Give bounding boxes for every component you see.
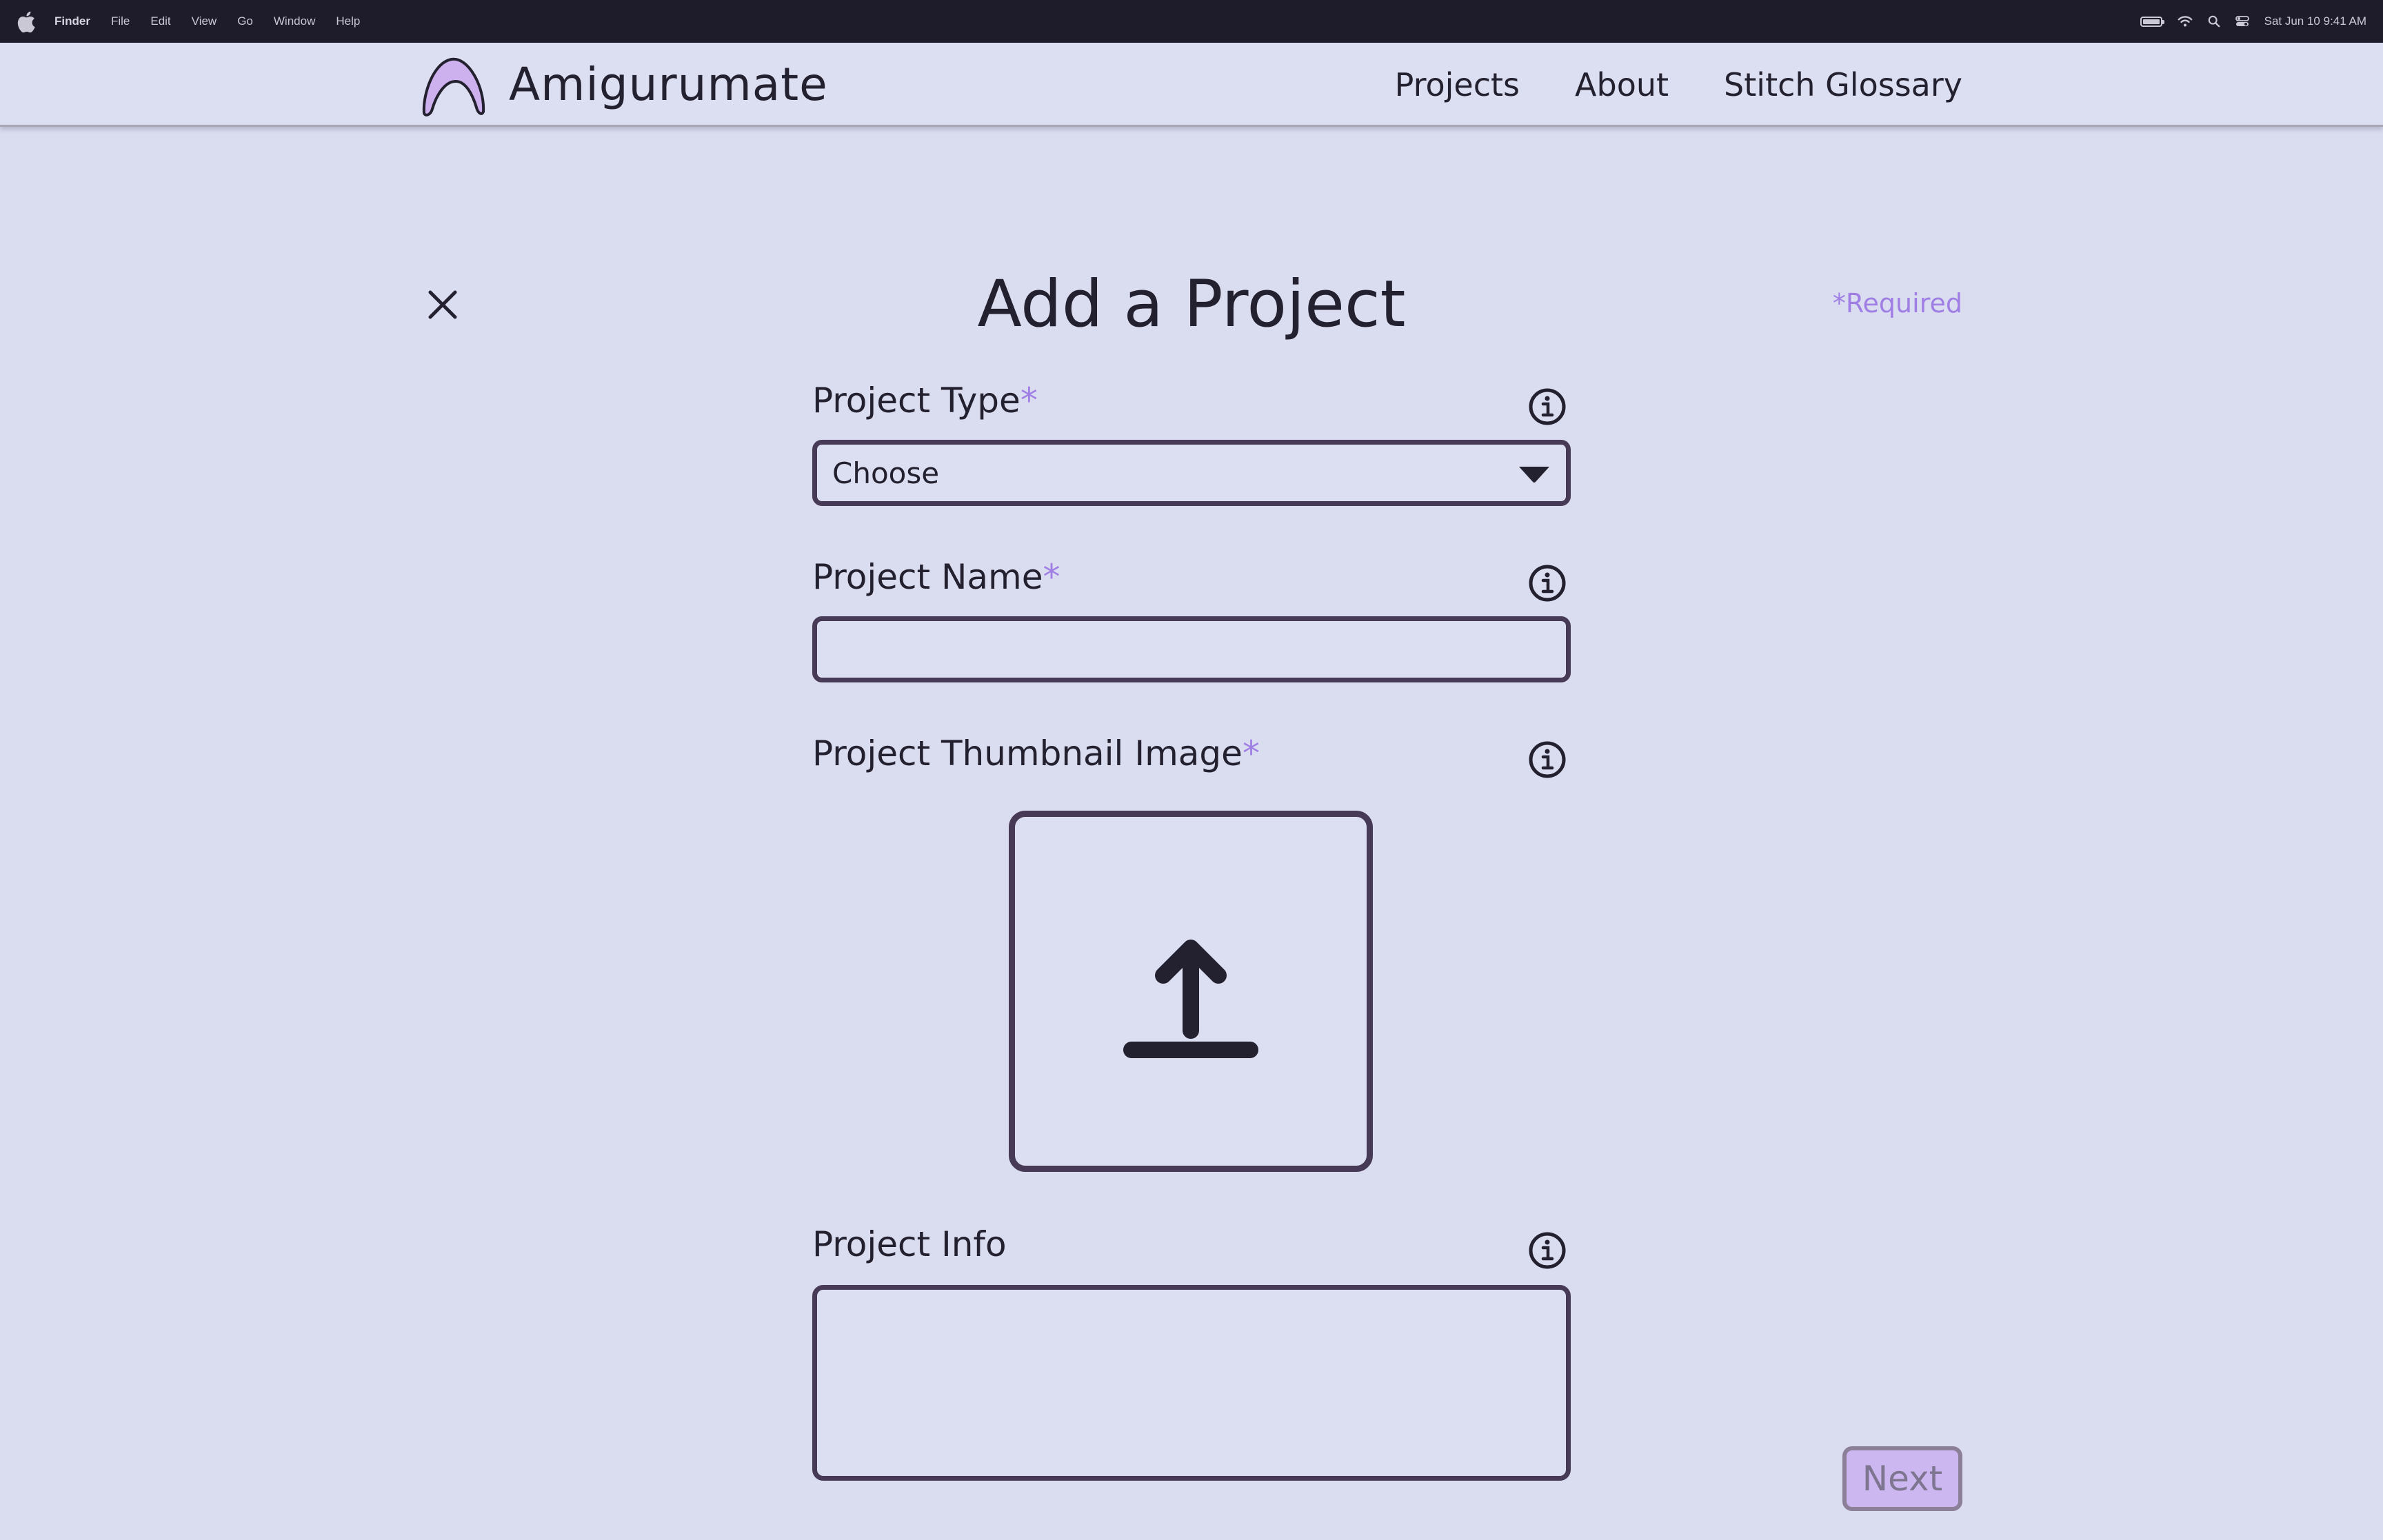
- menu-help[interactable]: Help: [336, 14, 360, 28]
- nav-stitch-glossary[interactable]: Stitch Glossary: [1724, 66, 1962, 103]
- brand-name[interactable]: Amigurumate: [509, 55, 828, 108]
- spotlight-search-icon[interactable]: [2208, 15, 2220, 28]
- upload-icon: [1123, 940, 1258, 1058]
- page-title: Add a Project: [977, 267, 1406, 342]
- required-asterisk: *: [1020, 381, 1038, 421]
- project-thumbnail-label-text: Project Thumbnail Image: [812, 733, 1243, 773]
- required-note: *Required: [1832, 288, 1962, 318]
- nav-about[interactable]: About: [1575, 66, 1669, 103]
- project-info-textarea[interactable]: [812, 1285, 1571, 1481]
- project-name-info-icon[interactable]: [1527, 563, 1568, 604]
- menu-edit[interactable]: Edit: [150, 14, 170, 28]
- next-button[interactable]: Next: [1842, 1446, 1962, 1511]
- project-type-label-text: Project Type: [812, 381, 1020, 421]
- project-name-label: Project Name*: [812, 557, 1060, 597]
- control-center-icon[interactable]: [2235, 15, 2249, 28]
- project-type-selected-value: Choose: [832, 456, 940, 490]
- close-icon[interactable]: [422, 284, 463, 325]
- menu-go[interactable]: Go: [237, 14, 253, 28]
- menu-file[interactable]: File: [111, 14, 130, 28]
- menu-window[interactable]: Window: [274, 14, 315, 28]
- project-type-label: Project Type*: [812, 381, 1038, 421]
- project-type-select[interactable]: Choose: [812, 440, 1571, 506]
- project-thumbnail-info-icon[interactable]: [1527, 739, 1568, 780]
- wifi-icon[interactable]: [2178, 15, 2193, 28]
- thumbnail-upload-dropzone[interactable]: [1009, 811, 1373, 1172]
- required-asterisk: *: [1043, 557, 1060, 597]
- nav-projects[interactable]: Projects: [1395, 66, 1520, 103]
- project-name-label-text: Project Name: [812, 557, 1043, 597]
- main-nav: Projects About Stitch Glossary: [1395, 43, 1962, 127]
- system-menu-bar: Finder File Edit View Go Window Help Sat…: [0, 0, 2383, 43]
- menu-view[interactable]: View: [192, 14, 217, 28]
- caret-down-icon: [1519, 467, 1549, 483]
- project-name-input[interactable]: [812, 616, 1571, 682]
- project-info-info-icon[interactable]: [1527, 1230, 1568, 1271]
- project-info-label: Project Info: [812, 1224, 1007, 1264]
- project-thumbnail-label: Project Thumbnail Image*: [812, 733, 1260, 773]
- menu-clock[interactable]: Sat Jun 10 9:41 AM: [2264, 14, 2366, 28]
- site-header: Amigurumate Projects About Stitch Glossa…: [0, 43, 2383, 127]
- menu-app-name[interactable]: Finder: [54, 14, 90, 28]
- project-type-info-icon[interactable]: [1527, 386, 1568, 427]
- amigurumate-logo[interactable]: [420, 52, 486, 119]
- required-asterisk: *: [1242, 733, 1260, 773]
- battery-icon[interactable]: [2140, 16, 2164, 27]
- apple-icon[interactable]: [15, 10, 40, 34]
- project-info-label-text: Project Info: [812, 1224, 1007, 1264]
